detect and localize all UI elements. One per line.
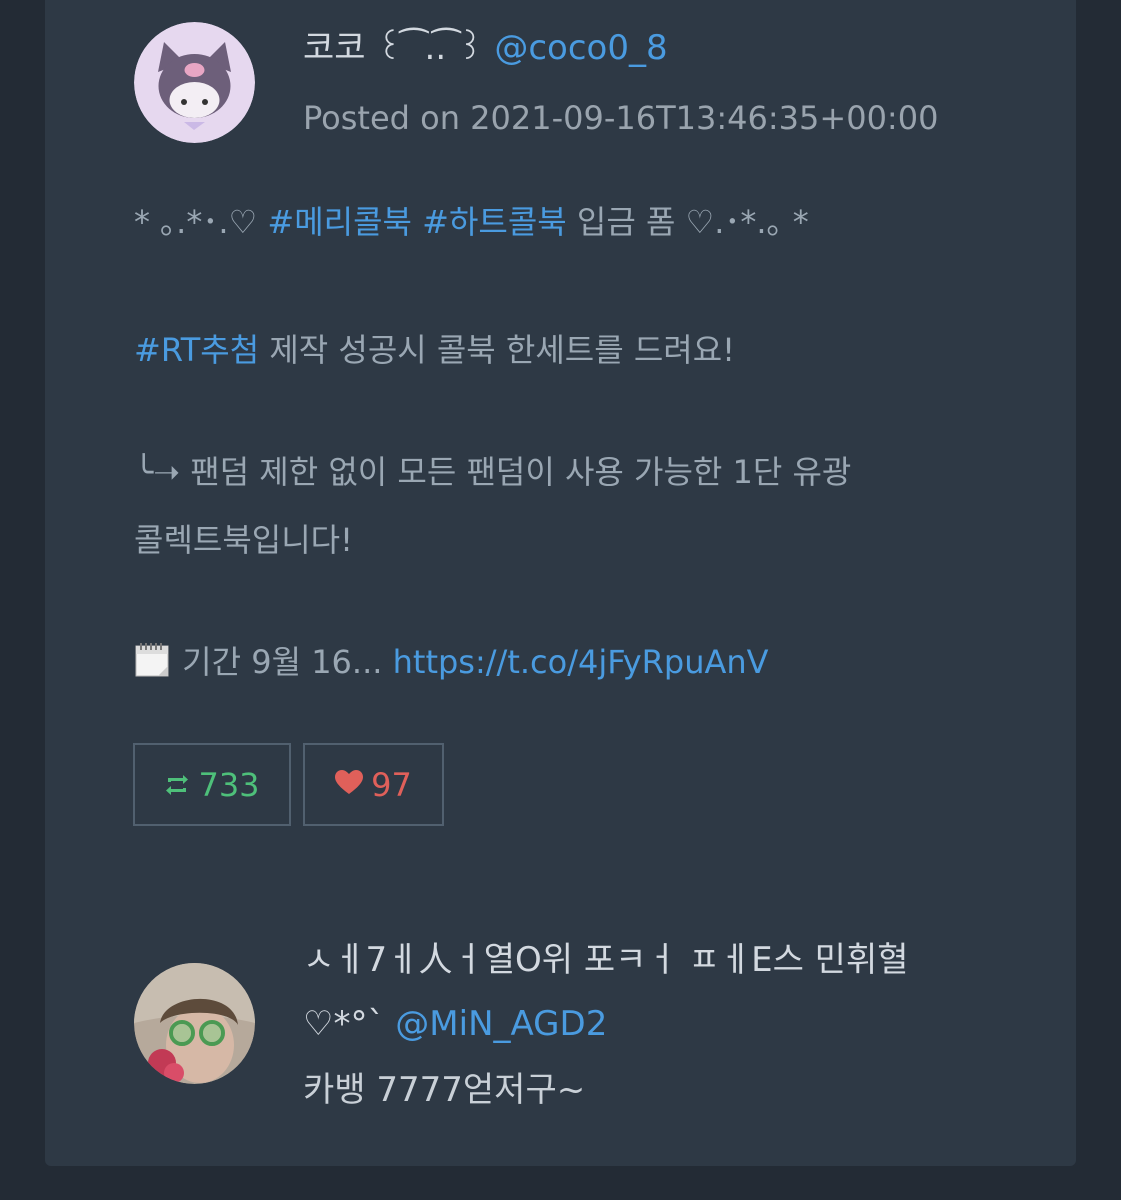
reply-avatar[interactable] xyxy=(134,963,255,1084)
like-count: 97 xyxy=(371,765,412,804)
hashtag-rt-draw[interactable]: #RT추첨 xyxy=(134,331,259,369)
reply-author-handle[interactable]: @MiN_AGD2 xyxy=(395,1004,607,1044)
hashtag-heart-callbook[interactable]: #하트콜북 xyxy=(422,203,567,241)
post-line-4: 콜렉트북입니다! xyxy=(134,521,353,559)
retweet-count: 733 xyxy=(198,765,260,804)
post-author-name: 코코 ꒰ ͡ ..͡ ꒱ xyxy=(303,28,484,68)
post-avatar[interactable] xyxy=(134,22,255,143)
tweet-card: 코코 ꒰ ͡ ..͡ ꒱ @coco0_8 Posted on 2021-09-… xyxy=(45,0,1076,1166)
heart-icon xyxy=(335,766,364,804)
retweet-icon xyxy=(164,766,190,804)
post-author: 코코 ꒰ ͡ ..͡ ꒱ @coco0_8 xyxy=(303,26,668,70)
post-line-5: 기간 9월 16... https://t.co/4jFyRpuAnV xyxy=(134,640,1014,684)
reply-author-name: ㅅㅔ7ㅔ人ㅓ열O위 포ㅋㅓ ㅍㅔE스 민휘혈 xyxy=(303,940,909,980)
reply-text: 카뱅 7777얻저구~ xyxy=(303,1070,586,1110)
post-line-3: ╰➝ 팬덤 제한 없이 모든 팬덤이 사용 가능한 1단 유광 xyxy=(134,453,852,491)
post-author-handle[interactable]: @coco0_8 xyxy=(494,28,667,68)
calendar-icon xyxy=(134,643,182,681)
hashtag-merry-callbook[interactable]: #메리콜북 xyxy=(267,203,412,241)
like-button[interactable]: 97 xyxy=(303,743,444,826)
post-timestamp: Posted on 2021-09-16T13:46:35+00:00 xyxy=(303,99,939,137)
reply-author-line2: ♡*°` @MiN_AGD2 xyxy=(303,1004,608,1044)
retweet-button[interactable]: 733 xyxy=(133,743,291,826)
post-line-1: * ｡.*･.♡ #메리콜북 #하트콜북 입금 폼 ♡.･*.｡ * xyxy=(134,203,809,241)
post-line-2: #RT추첨 제작 성공시 콜북 한세트를 드려요! xyxy=(134,331,736,369)
post-link[interactable]: https://t.co/4jFyRpuAnV xyxy=(393,643,769,681)
